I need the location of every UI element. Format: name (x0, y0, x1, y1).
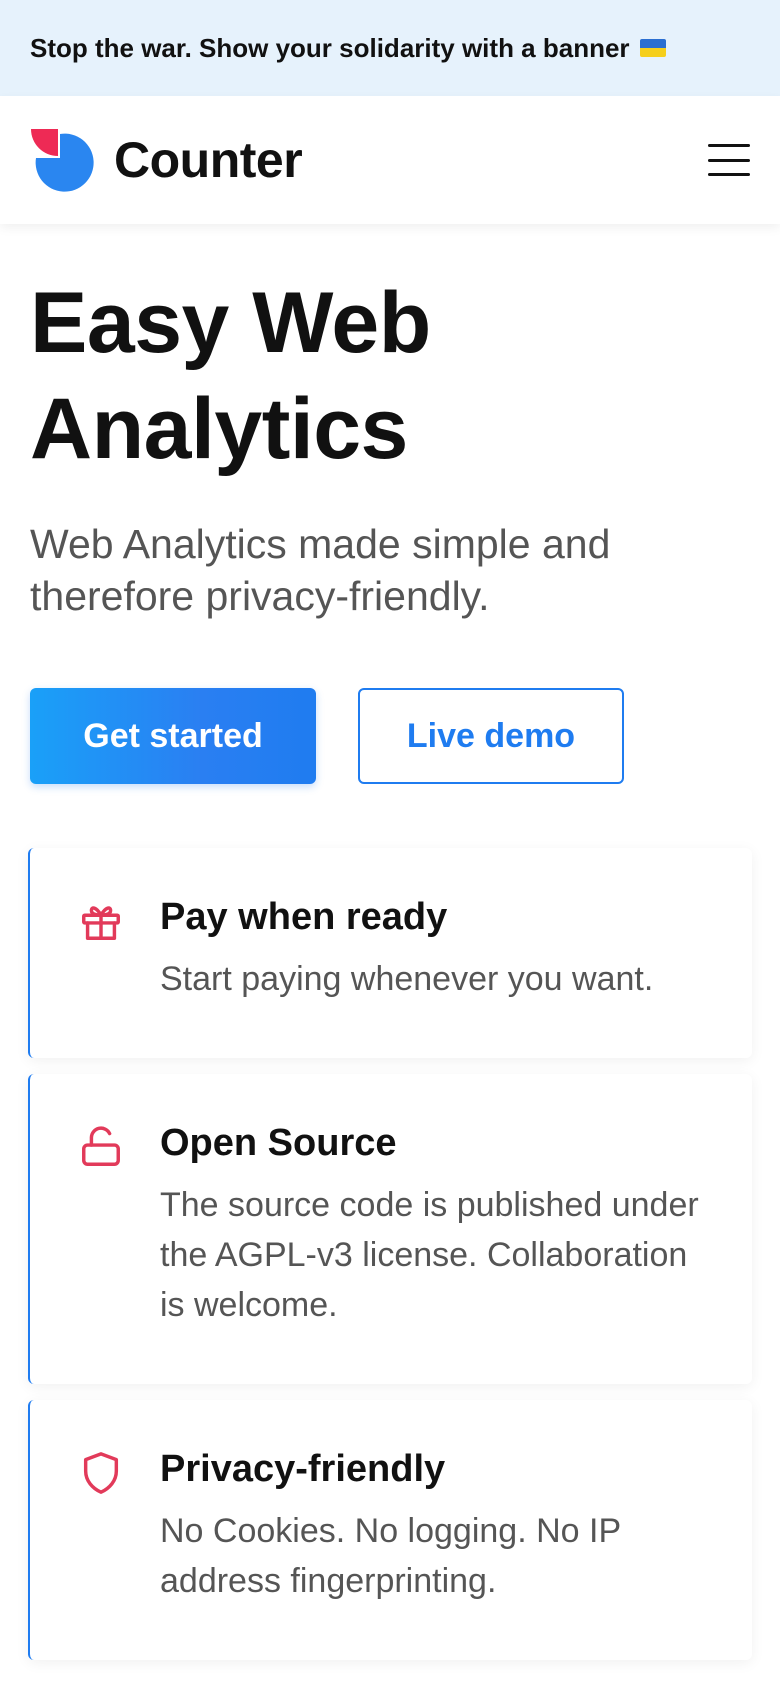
feature-text: The source code is published under the A… (160, 1186, 699, 1324)
live-demo-button[interactable]: Live demo (358, 688, 624, 784)
feature-card-privacy-friendly: Privacy-friendly No Cookies. No logging.… (28, 1400, 752, 1660)
solidarity-link[interactable]: Stop the war. Show your solidarity with … (30, 33, 666, 64)
hamburger-menu-icon[interactable] (708, 144, 750, 176)
get-started-button[interactable]: Get started (30, 688, 316, 784)
banner-text: Stop the war. Show your solidarity with … (30, 32, 630, 63)
brand-name: Counter (114, 132, 303, 188)
counter-logo-icon (30, 128, 94, 192)
unlock-icon (78, 1124, 124, 1170)
feature-card-open-source: Open Source The source code is published… (28, 1074, 752, 1384)
brand-home-link[interactable]: Counter (30, 128, 303, 192)
feature-text: Start paying whenever you want. (160, 960, 654, 998)
ukraine-flag-icon (639, 39, 666, 57)
feature-card-pay-when-ready: Pay when ready Start paying whenever you… (28, 848, 752, 1058)
solidarity-banner: Stop the war. Show your solidarity with … (0, 0, 780, 96)
site-header: Counter (0, 96, 780, 224)
hero-title: Easy Web Analytics (30, 270, 750, 482)
hero-actions: Get started Live demo (30, 688, 624, 784)
hero-section: Easy Web Analytics Web Analytics made si… (30, 270, 750, 622)
hero-title-line-2: Analytics (30, 381, 408, 477)
features-list: Pay when ready Start paying whenever you… (28, 848, 752, 1676)
hero-subtitle: Web Analytics made simple and therefore … (30, 521, 611, 619)
hero-title-line-1: Easy Web (30, 275, 431, 371)
feature-title: Privacy-friendly (160, 1448, 446, 1490)
feature-title: Open Source (160, 1122, 397, 1164)
shield-icon (78, 1450, 124, 1496)
feature-title: Pay when ready (160, 896, 448, 938)
feature-text: No Cookies. No logging. No IP address fi… (160, 1512, 621, 1600)
gift-icon (78, 898, 124, 944)
